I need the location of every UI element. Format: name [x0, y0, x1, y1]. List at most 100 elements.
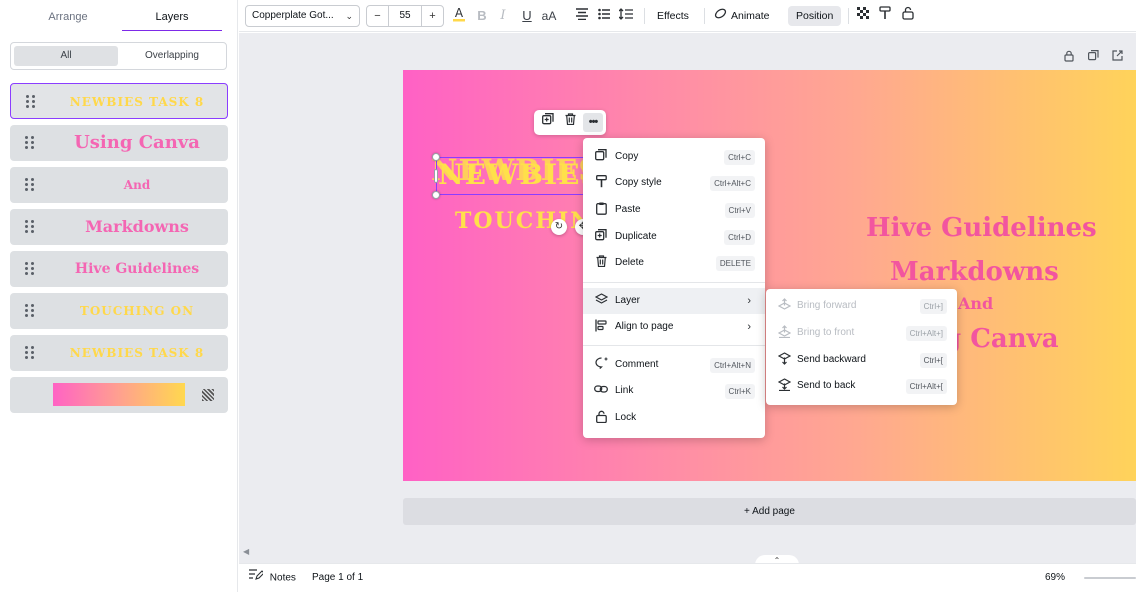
drag-handle-icon[interactable] [25, 304, 35, 318]
duplicate-icon [593, 229, 609, 245]
svg-text:A: A [455, 6, 464, 20]
font-size-input[interactable]: 55 [390, 6, 420, 26]
resize-side-handle[interactable] [434, 169, 438, 183]
text-toolbar: Copperplate Got... ⌄ − 55 + A B I U aA E… [239, 0, 1136, 32]
bold-icon[interactable]: B [472, 6, 492, 26]
menu-item-comment[interactable]: Comment Ctrl+Alt+N [583, 352, 765, 378]
menu-item-layer[interactable]: Layer › [583, 288, 765, 314]
trash-icon [593, 255, 609, 271]
copy-icon [593, 149, 609, 165]
menu-item-copy[interactable]: Copy Ctrl+C [583, 144, 765, 170]
filter-all-button[interactable]: All [14, 46, 118, 66]
canvas-text-markdowns[interactable]: Markdowns [890, 257, 1059, 287]
toolbar-divider [848, 8, 849, 24]
drag-handle-icon[interactable] [25, 262, 35, 276]
drag-handle-icon[interactable] [25, 136, 35, 150]
layer-item[interactable]: Markdowns [10, 209, 228, 245]
layer-item[interactable]: Using Canva [10, 125, 228, 161]
background-swatch [53, 383, 185, 406]
filter-overlapping-button[interactable]: Overlapping [121, 46, 223, 66]
menu-item-link[interactable]: Link Ctrl+K [583, 378, 765, 404]
menu-item-lock[interactable]: Lock [583, 405, 765, 431]
menu-divider [583, 282, 765, 283]
canvas-text-using-canva[interactable]: g Canva [943, 324, 1059, 354]
layer-label: NEWBIES TASK 8 [69, 95, 205, 109]
design-canvas[interactable]: NEWBIES NEWBIES TOUCHIN Hive Guidelines … [403, 70, 1136, 481]
menu-item-send-backward[interactable]: Send backward Ctrl+[ [766, 347, 957, 373]
layer-item[interactable]: TOUCHING ON [10, 293, 228, 329]
layer-item[interactable]: NEWBIES TASK 8 [10, 83, 228, 119]
underline-icon[interactable]: U [517, 6, 537, 26]
transparency-icon [202, 389, 214, 401]
menu-item-label: Copy style [615, 177, 662, 188]
canvas-text-touching[interactable]: TOUCHIN [455, 208, 592, 234]
canvas-text-hive-guidelines[interactable]: Hive Guidelines [866, 213, 1097, 243]
menu-item-delete[interactable]: Delete DELETE [583, 250, 765, 276]
drag-handle-icon[interactable] [25, 220, 35, 234]
share-page-icon[interactable] [1110, 50, 1124, 64]
zoom-level[interactable]: 69% [1045, 564, 1065, 592]
drag-handle-icon[interactable] [26, 95, 36, 109]
menu-item-send-to-back[interactable]: Send to back Ctrl+Alt+[ [766, 373, 957, 399]
menu-item-duplicate[interactable]: Duplicate Ctrl+D [583, 224, 765, 250]
menu-item-bring-to-front[interactable]: Bring to front Ctrl+Alt+] [766, 320, 957, 346]
resize-handle[interactable] [432, 153, 440, 161]
position-button[interactable]: Position [788, 6, 842, 26]
menu-item-bring-forward[interactable]: Bring forward Ctrl+] [766, 293, 957, 319]
layer-item[interactable]: NEWBIES TASK 8 [10, 335, 228, 371]
canvas-text-and[interactable]: And [958, 294, 993, 313]
page-indicator[interactable]: Page 1 of 1 [312, 564, 363, 592]
decrease-size-button[interactable]: − [367, 6, 389, 26]
align-center-icon[interactable] [572, 6, 592, 26]
zoom-slider[interactable] [1084, 577, 1136, 579]
lock-page-icon[interactable] [1062, 50, 1076, 64]
add-page-button[interactable]: + Add page [403, 498, 1136, 525]
more-options-icon[interactable]: ••• [583, 113, 603, 132]
layer-label: NEWBIES TASK 8 [69, 346, 205, 360]
menu-item-align-to-page[interactable]: Align to page › [583, 314, 765, 340]
toolbar-divider [644, 8, 645, 24]
shortcut-label: DELETE [715, 256, 755, 271]
notes-icon [249, 564, 265, 592]
italic-icon[interactable]: I [493, 6, 513, 26]
transparency-icon[interactable] [853, 6, 873, 26]
layer-item[interactable]: Hive Guidelines [10, 251, 228, 287]
resize-handle[interactable] [432, 191, 440, 199]
menu-item-paste[interactable]: Paste Ctrl+V [583, 197, 765, 223]
scroll-left-icon[interactable]: ◀ [243, 547, 249, 556]
effects-button[interactable]: Effects [649, 6, 697, 26]
list-icon[interactable] [594, 6, 614, 26]
paint-roller-icon[interactable] [875, 6, 895, 26]
spacing-icon[interactable] [616, 6, 636, 26]
shortcut-label: Ctrl+V [724, 203, 755, 218]
layer-label: And [123, 178, 151, 192]
notes-label: Notes [269, 572, 296, 584]
layer-item-background[interactable] [10, 377, 228, 413]
send-to-back-icon [776, 378, 792, 394]
menu-item-label: Duplicate [615, 231, 657, 242]
lock-icon[interactable] [898, 6, 918, 26]
layer-submenu: Bring forward Ctrl+] Bring to front Ctrl… [766, 289, 957, 405]
shortcut-label: Ctrl+C [724, 150, 755, 165]
menu-item-label: Bring forward [797, 300, 857, 311]
tab-layers[interactable]: Layers [122, 0, 222, 32]
layer-item[interactable]: And [10, 167, 228, 203]
rotate-icon[interactable]: ↻ [551, 219, 567, 235]
letter-case-icon[interactable]: aA [539, 6, 559, 26]
drag-handle-icon[interactable] [25, 178, 35, 192]
layer-label: Markdowns [85, 217, 189, 236]
menu-item-label: Send backward [797, 354, 866, 365]
text-color-icon[interactable]: A [449, 6, 469, 26]
increase-size-button[interactable]: + [421, 6, 443, 26]
trash-icon[interactable] [560, 113, 580, 132]
menu-item-copy-style[interactable]: Copy style Ctrl+Alt+C [583, 170, 765, 196]
animate-button[interactable]: Animate [723, 6, 778, 26]
font-family-dropdown[interactable]: Copperplate Got... ⌄ [245, 5, 360, 27]
tab-arrange[interactable]: Arrange [14, 0, 122, 32]
notes-button[interactable]: Notes [249, 564, 296, 592]
duplicate-icon[interactable] [538, 113, 558, 132]
drag-handle-icon[interactable] [25, 346, 35, 360]
menu-item-label: Copy [615, 151, 639, 162]
selection-box[interactable] [436, 157, 586, 195]
duplicate-page-icon[interactable] [1086, 50, 1100, 64]
